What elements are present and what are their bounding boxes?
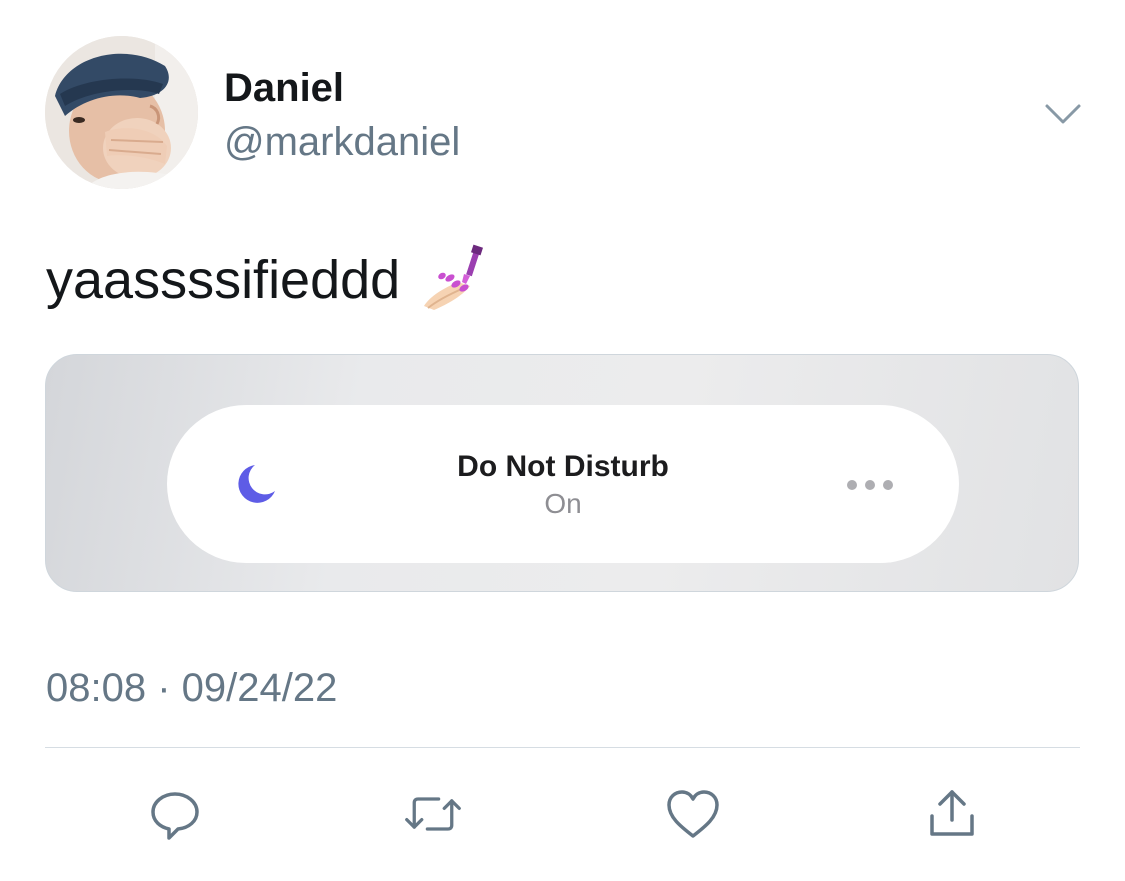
- divider: [45, 747, 1080, 748]
- tweet-text: yaassssifieddd: [46, 244, 490, 316]
- reply-icon: [151, 792, 199, 840]
- tweet-body: yaassssifieddd: [46, 250, 401, 310]
- focus-title: Do Not Disturb: [457, 450, 669, 483]
- nail-polish-emoji-icon: [424, 244, 484, 310]
- focus-status: On: [544, 488, 582, 519]
- retweet-button[interactable]: [403, 784, 463, 844]
- reply-button[interactable]: [145, 784, 205, 844]
- share-button[interactable]: [922, 784, 982, 844]
- avatar[interactable]: [45, 36, 198, 189]
- more-options-icon: [847, 480, 893, 490]
- retweet-icon: [405, 797, 461, 831]
- focus-notification[interactable]: Do Not Disturb On: [167, 405, 959, 563]
- heart-icon: [667, 790, 719, 838]
- tweet-timestamp[interactable]: 08:08 · 09/24/22: [46, 664, 337, 712]
- user-handle[interactable]: @markdaniel: [224, 118, 460, 166]
- media-card[interactable]: Do Not Disturb On: [45, 354, 1079, 592]
- share-icon: [930, 790, 974, 836]
- display-name[interactable]: Daniel: [224, 64, 344, 112]
- like-button[interactable]: [663, 784, 723, 844]
- chevron-down-icon[interactable]: [1043, 98, 1083, 128]
- avatar-photo: [45, 36, 198, 189]
